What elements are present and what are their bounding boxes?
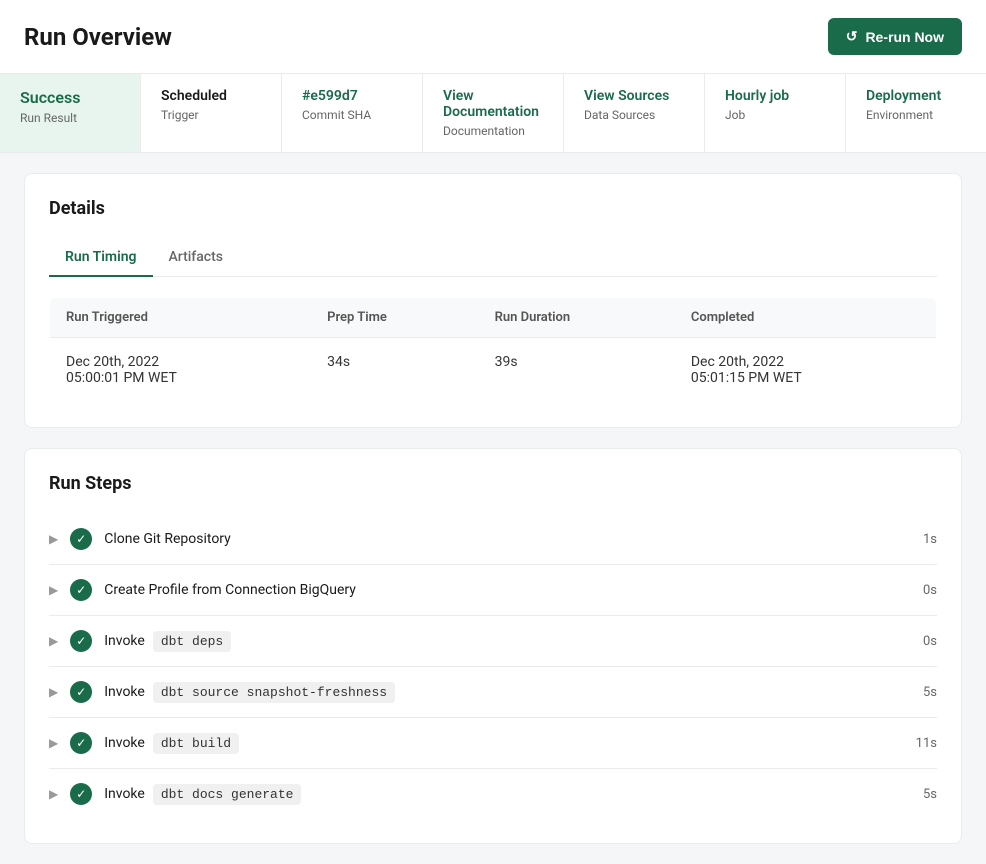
chevron-right-icon[interactable]: ▶ (49, 532, 58, 546)
step-invoke-docs: ▶ ✓ Invoke dbt docs generate 5s (49, 769, 937, 819)
trigger-value: Scheduled (161, 88, 261, 104)
documentation-label: Documentation (443, 124, 543, 138)
step-duration: 11s (916, 736, 937, 751)
chevron-right-icon[interactable]: ▶ (49, 787, 58, 801)
step-code: dbt build (153, 733, 239, 754)
page-title: Run Overview (24, 23, 172, 51)
job-value[interactable]: Hourly job (725, 88, 825, 104)
completed-time: 05:01:15 PM WET (691, 370, 920, 386)
details-card: Details Run Timing Artifacts Run Trigger… (24, 173, 962, 428)
refresh-icon: ↺ (846, 28, 858, 45)
table-row: Dec 20th, 2022 05:00:01 PM WET 34s 39s D… (50, 338, 937, 403)
trigger-label: Trigger (161, 108, 261, 122)
info-cell-data-sources[interactable]: View Sources Data Sources (564, 74, 705, 152)
col-run-duration: Run Duration (479, 298, 675, 338)
run-result-value: Success (20, 88, 120, 107)
info-cell-run-result: Success Run Result (0, 74, 141, 152)
run-triggered-cell: Dec 20th, 2022 05:00:01 PM WET (50, 338, 312, 403)
step-duration: 5s (923, 685, 937, 700)
tab-artifacts[interactable]: Artifacts (153, 239, 239, 277)
run-timing-table: Run Triggered Prep Time Run Duration Com… (49, 297, 937, 403)
run-steps-card: Run Steps ▶ ✓ Clone Git Repository 1s ▶ … (24, 448, 962, 844)
chevron-right-icon[interactable]: ▶ (49, 583, 58, 597)
col-run-triggered: Run Triggered (50, 298, 312, 338)
col-prep-time: Prep Time (311, 298, 478, 338)
success-check-icon: ✓ (70, 528, 92, 550)
info-cell-documentation[interactable]: View Documentation Documentation (423, 74, 564, 152)
success-check-icon: ✓ (70, 630, 92, 652)
success-check-icon: ✓ (70, 681, 92, 703)
chevron-right-icon[interactable]: ▶ (49, 736, 58, 750)
data-sources-value[interactable]: View Sources (584, 88, 684, 104)
rerun-label: Re-run Now (865, 29, 944, 45)
step-duration: 0s (923, 634, 937, 649)
run-duration-cell: 39s (479, 338, 675, 403)
tab-run-timing[interactable]: Run Timing (49, 239, 153, 277)
step-label: Invoke dbt deps (104, 631, 231, 652)
step-label: Invoke dbt docs generate (104, 784, 301, 805)
step-duration: 5s (923, 787, 937, 802)
data-sources-label: Data Sources (584, 108, 684, 122)
completed-cell: Dec 20th, 2022 05:01:15 PM WET (675, 338, 937, 403)
tabs: Run Timing Artifacts (49, 239, 937, 277)
run-triggered-date: Dec 20th, 2022 (66, 354, 295, 370)
step-label: Create Profile from Connection BigQuery (104, 582, 356, 598)
step-invoke-build: ▶ ✓ Invoke dbt build 11s (49, 718, 937, 769)
info-bar: Success Run Result Scheduled Trigger #e5… (0, 73, 986, 153)
step-code: dbt deps (153, 631, 231, 652)
documentation-value[interactable]: View Documentation (443, 88, 543, 120)
run-triggered-time: 05:00:01 PM WET (66, 370, 295, 386)
top-bar: Run Overview ↺ Re-run Now (0, 0, 986, 73)
info-cell-trigger: Scheduled Trigger (141, 74, 282, 152)
prep-time-cell: 34s (311, 338, 478, 403)
success-check-icon: ✓ (70, 783, 92, 805)
success-check-icon: ✓ (70, 732, 92, 754)
info-cell-job[interactable]: Hourly job Job (705, 74, 846, 152)
info-cell-commit-sha[interactable]: #e599d7 Commit SHA (282, 74, 423, 152)
commit-sha-label: Commit SHA (302, 108, 402, 122)
step-invoke-deps: ▶ ✓ Invoke dbt deps 0s (49, 616, 937, 667)
step-label: Clone Git Repository (104, 531, 231, 547)
job-label: Job (725, 108, 825, 122)
main-content: Details Run Timing Artifacts Run Trigger… (0, 153, 986, 864)
commit-sha-value[interactable]: #e599d7 (302, 88, 402, 104)
success-check-icon: ✓ (70, 579, 92, 601)
step-code: dbt source snapshot-freshness (153, 682, 395, 703)
step-duration: 0s (923, 583, 937, 598)
step-duration: 1s (923, 532, 937, 547)
step-clone-git: ▶ ✓ Clone Git Repository 1s (49, 514, 937, 565)
step-create-profile: ▶ ✓ Create Profile from Connection BigQu… (49, 565, 937, 616)
rerun-button[interactable]: ↺ Re-run Now (828, 18, 962, 55)
step-label: Invoke dbt build (104, 733, 239, 754)
environment-value[interactable]: Deployment (866, 88, 966, 104)
run-steps-title: Run Steps (49, 473, 937, 494)
environment-label: Environment (866, 108, 966, 122)
step-label: Invoke dbt source snapshot-freshness (104, 682, 395, 703)
chevron-right-icon[interactable]: ▶ (49, 685, 58, 699)
step-code: dbt docs generate (153, 784, 302, 805)
details-title: Details (49, 198, 937, 219)
col-completed: Completed (675, 298, 937, 338)
run-result-label: Run Result (20, 111, 120, 125)
step-invoke-snapshot: ▶ ✓ Invoke dbt source snapshot-freshness… (49, 667, 937, 718)
completed-date: Dec 20th, 2022 (691, 354, 920, 370)
info-cell-environment[interactable]: Deployment Environment (846, 74, 986, 152)
chevron-right-icon[interactable]: ▶ (49, 634, 58, 648)
